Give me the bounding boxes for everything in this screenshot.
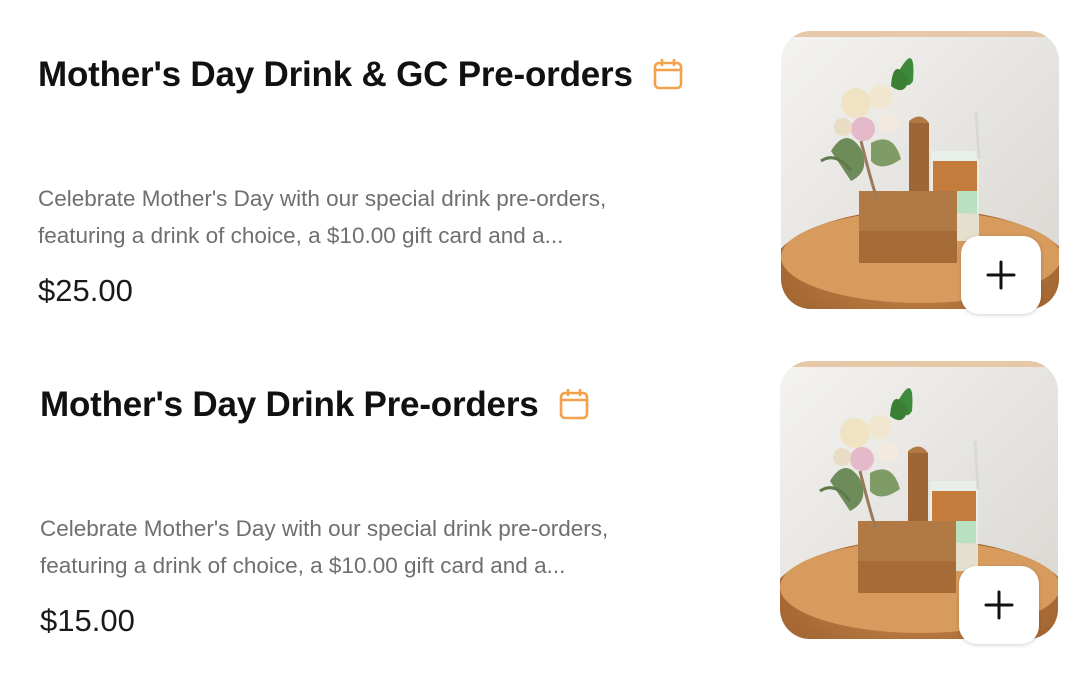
calendar-icon xyxy=(653,58,683,91)
item-title-row: Mother's Day Drink Pre-orders xyxy=(40,382,589,428)
menu-item-card[interactable]: Mother's Day Drink Pre-orders Celebrate … xyxy=(0,330,1080,644)
item-description: Celebrate Mother's Day with our special … xyxy=(40,510,760,584)
plus-icon xyxy=(986,260,1016,290)
plus-icon xyxy=(984,590,1014,620)
item-title[interactable]: Mother's Day Drink & GC Pre-orders xyxy=(38,55,633,95)
item-description-line: featuring a drink of choice, a $10.00 gi… xyxy=(40,553,566,578)
calendar-icon xyxy=(559,388,589,421)
item-description-line: featuring a drink of choice, a $10.00 gi… xyxy=(38,223,564,248)
item-description: Celebrate Mother's Day with our special … xyxy=(38,180,758,254)
menu-item-list: Mother's Day Drink & GC Pre-orders Celeb… xyxy=(0,0,1080,700)
item-price: $25.00 xyxy=(38,273,133,308)
menu-item-card[interactable]: Mother's Day Drink & GC Pre-orders Celeb… xyxy=(0,0,1080,314)
item-description-line: Celebrate Mother's Day with our special … xyxy=(38,186,607,211)
item-title[interactable]: Mother's Day Drink Pre-orders xyxy=(40,385,539,425)
add-to-cart-button[interactable] xyxy=(961,236,1041,314)
add-to-cart-button[interactable] xyxy=(959,566,1039,644)
item-description-line: Celebrate Mother's Day with our special … xyxy=(40,516,609,541)
item-price: $15.00 xyxy=(40,603,135,638)
item-title-row: Mother's Day Drink & GC Pre-orders xyxy=(38,52,683,98)
